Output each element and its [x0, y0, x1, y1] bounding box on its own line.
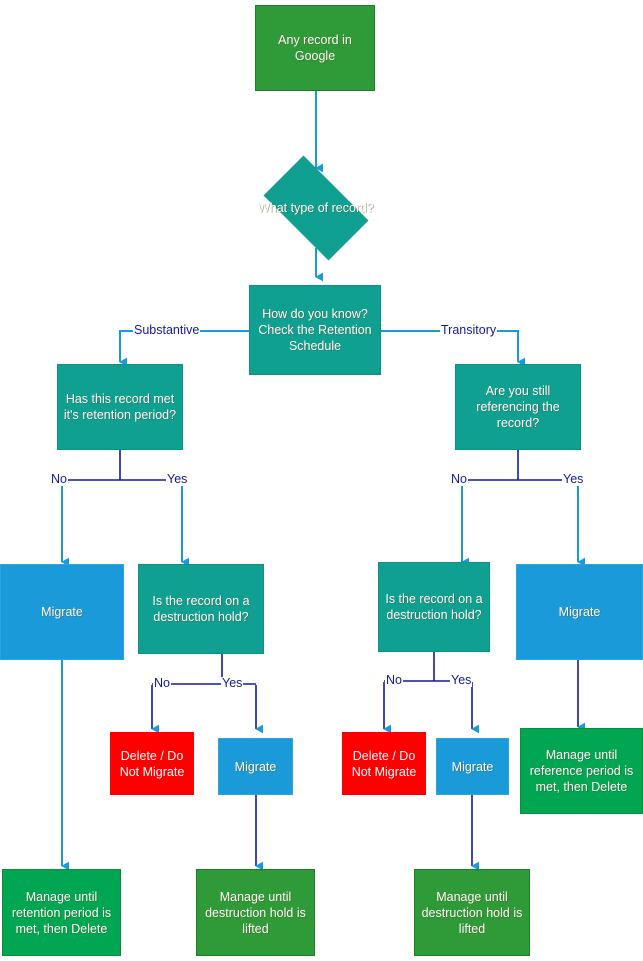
edge-label-substantive: Substantive	[133, 323, 201, 337]
node-manage-hold-right: Manage until destruction hold is lifted	[414, 869, 530, 956]
node-manage-reference-period: Manage until reference period is met, th…	[520, 728, 643, 814]
node-destruction-hold-right: Is the record on a destruction hold?	[378, 562, 490, 652]
node-record-type: What type of record?	[251, 155, 381, 261]
edge-label-transitory: Transitory	[440, 323, 498, 337]
node-retention-met: Has this record met it's retention perio…	[57, 364, 183, 450]
edge-label-hold-right-yes: Yes	[450, 673, 473, 687]
edge-label-retention-no: No	[50, 472, 68, 486]
node-still-referencing: Are you still referencing the record?	[455, 364, 581, 450]
edge-label-hold-left-yes: Yes	[221, 676, 244, 690]
edge-label-hold-right-no: No	[385, 673, 403, 687]
node-record-type-label: What type of record?	[257, 201, 375, 215]
node-migrate-right: Migrate	[516, 564, 643, 660]
node-manage-retention-period: Manage until retention period is met, th…	[2, 869, 121, 956]
edge-label-retention-yes: Yes	[166, 472, 189, 486]
node-delete-left: Delete / Do Not Migrate	[110, 732, 194, 795]
node-how-do-you-know: How do you know? Check the Retention Sch…	[249, 285, 381, 375]
node-destruction-hold-left: Is the record on a destruction hold?	[138, 564, 264, 654]
flowchart-canvas: Any record in Google What type of record…	[0, 0, 643, 961]
node-migrate-mid-right: Migrate	[436, 738, 509, 795]
node-migrate-left: Migrate	[0, 564, 124, 660]
edge-label-hold-left-no: No	[153, 676, 171, 690]
edge-label-referencing-no: No	[450, 472, 468, 486]
node-delete-right: Delete / Do Not Migrate	[342, 732, 426, 795]
node-manage-hold-left: Manage until destruction hold is lifted	[196, 869, 315, 956]
node-start: Any record in Google	[255, 5, 375, 91]
connector-layer	[61, 91, 586, 871]
edge-label-referencing-yes: Yes	[562, 472, 585, 486]
node-migrate-mid: Migrate	[218, 738, 293, 795]
